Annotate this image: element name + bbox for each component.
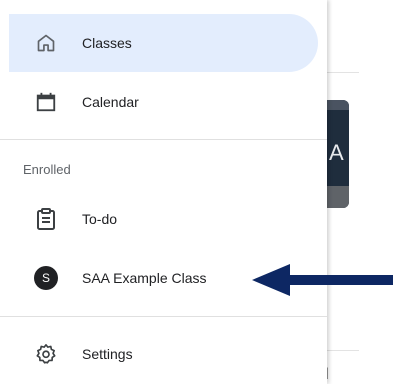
annotation-arrow-icon (252, 264, 393, 296)
background-card-footer (327, 186, 349, 208)
nav-item-classes[interactable]: Classes (9, 14, 318, 72)
background-class-card[interactable]: A (327, 100, 349, 208)
background-header-divider (327, 72, 359, 73)
divider (0, 139, 327, 140)
nav-item-label: SAA Example Class (82, 270, 207, 286)
background-card-text: A (329, 140, 344, 165)
divider (0, 316, 327, 317)
nav-item-label: Settings (82, 346, 133, 362)
app-root: A l Classes Calendar (0, 0, 393, 384)
nav-item-label: To-do (82, 211, 118, 227)
calendar-icon (33, 89, 59, 115)
nav-item-label: Calendar (82, 94, 139, 110)
nav-item-todo[interactable]: To-do (0, 190, 318, 248)
background-card-header (327, 100, 349, 110)
background-divider (327, 350, 359, 351)
navigation-drawer: Classes Calendar Enrolled To-do S SAA Ex… (0, 0, 327, 384)
class-avatar: S (33, 265, 59, 291)
section-title-enrolled: Enrolled (23, 162, 71, 177)
nav-item-label: Classes (82, 35, 132, 51)
home-icon (33, 30, 59, 56)
avatar: S (34, 266, 58, 290)
nav-item-calendar[interactable]: Calendar (0, 73, 318, 131)
todo-icon (33, 206, 59, 232)
gear-icon (33, 341, 59, 367)
nav-item-settings[interactable]: Settings (0, 325, 318, 383)
